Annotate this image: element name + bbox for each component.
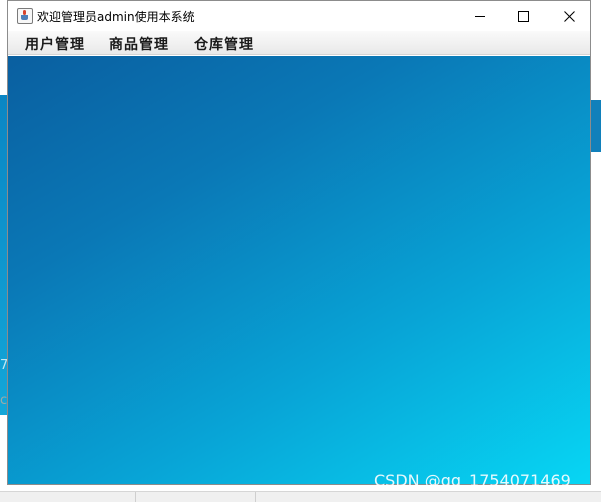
background-taskbar bbox=[0, 491, 601, 502]
csdn-watermark: CSDN @qq_1754071469 bbox=[374, 471, 571, 490]
java-cup-body bbox=[21, 15, 28, 20]
window-title: 欢迎管理员admin使用本系统 bbox=[37, 10, 195, 24]
minimize-button[interactable] bbox=[457, 1, 503, 31]
minimize-icon bbox=[475, 15, 485, 17]
main-content-panel bbox=[8, 56, 590, 484]
java-cup-icon[interactable] bbox=[17, 8, 33, 24]
maximize-button[interactable] bbox=[500, 1, 546, 31]
app-window: 欢迎管理员admin使用本系统 用户管理 商品管理 仓库管理 bbox=[7, 0, 591, 485]
menu-bar: 用户管理 商品管理 仓库管理 bbox=[8, 31, 590, 55]
maximize-icon bbox=[517, 10, 529, 22]
menu-warehouse-management[interactable]: 仓库管理 bbox=[194, 34, 254, 54]
menu-user-management[interactable]: 用户管理 bbox=[25, 34, 85, 54]
background-window-edge bbox=[591, 100, 601, 152]
title-bar[interactable]: 欢迎管理员admin使用本系统 bbox=[8, 1, 590, 31]
menu-goods-management[interactable]: 商品管理 bbox=[109, 34, 169, 54]
close-button[interactable] bbox=[546, 1, 592, 31]
close-icon bbox=[563, 10, 575, 22]
